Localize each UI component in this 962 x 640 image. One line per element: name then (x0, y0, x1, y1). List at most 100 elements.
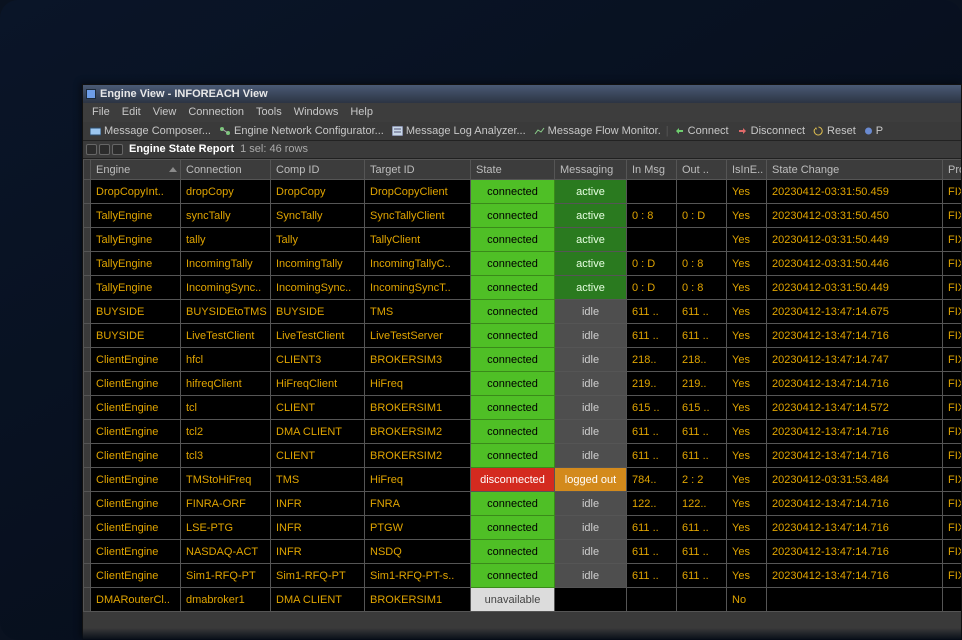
col-state[interactable]: State (471, 160, 555, 180)
cell-statechange: 20230412-03:31:50.449 (767, 276, 943, 300)
connect-icon (674, 126, 685, 136)
table-row[interactable]: ClientEngineFINRA-ORFINFRFNRAconnectedid… (84, 492, 962, 516)
flow-monitor-button[interactable]: Message Flow Monitor. (531, 124, 664, 138)
col-protocol[interactable]: Protocol (943, 160, 962, 180)
row-handle[interactable] (84, 468, 91, 492)
col-messaging[interactable]: Messaging (555, 160, 627, 180)
table-row[interactable]: ClientEngineTMStoHiFreqTMSHiFreqdisconne… (84, 468, 962, 492)
reset-button[interactable]: Reset (810, 124, 859, 138)
table-row[interactable]: ClientEnginetcl3CLIENTBROKERSIM2connecte… (84, 444, 962, 468)
table-row[interactable]: TallyEnginetallyTallyTallyClientconnecte… (84, 228, 962, 252)
row-handle[interactable] (84, 444, 91, 468)
col-target[interactable]: Target ID (365, 160, 471, 180)
refresh-icon[interactable] (112, 144, 123, 155)
row-handle[interactable] (84, 492, 91, 516)
cell-outmsg: 611 .. (677, 324, 727, 348)
table-row[interactable]: DMARouterCl..dmabroker1DMA CLIENTBROKERS… (84, 588, 962, 612)
cell-engine: DMARouterCl.. (91, 588, 181, 612)
cell-protocol: FIX.4.4-IR (943, 444, 962, 468)
menu-file[interactable]: File (87, 105, 115, 119)
cell-state: connected (471, 228, 555, 252)
menu-tools[interactable]: Tools (251, 105, 287, 119)
menu-help[interactable]: Help (345, 105, 378, 119)
cell-isin: Yes (727, 348, 767, 372)
table-row[interactable]: ClientEnginehifreqClientHiFreqClientHiFr… (84, 372, 962, 396)
report-title: Engine State Report (129, 143, 234, 155)
network-icon (219, 126, 231, 136)
engine-table[interactable]: Engine Connection Comp ID Target ID Stat… (83, 159, 962, 612)
table-row[interactable]: TallyEngineIncomingSync..IncomingSync..I… (84, 276, 962, 300)
row-handle[interactable] (84, 276, 91, 300)
col-isin[interactable]: IsInE.. (727, 160, 767, 180)
connect-button[interactable]: Connect (671, 124, 732, 138)
cell-comp: DropCopy (271, 180, 365, 204)
row-handle[interactable] (84, 516, 91, 540)
cell-state: connected (471, 492, 555, 516)
row-handle[interactable] (84, 564, 91, 588)
col-statechange[interactable]: State Change (767, 160, 943, 180)
cell-outmsg: 615 .. (677, 396, 727, 420)
cell-engine: ClientEngine (91, 492, 181, 516)
table-row[interactable]: ClientEnginetcl2DMA CLIENTBROKERSIM2conn… (84, 420, 962, 444)
row-handle[interactable] (84, 228, 91, 252)
filter-chips[interactable] (86, 144, 123, 155)
columns-icon[interactable] (99, 144, 110, 155)
disconnect-button[interactable]: Disconnect (734, 124, 808, 138)
col-engine[interactable]: Engine (91, 160, 181, 180)
cell-target: BROKERSIM1 (365, 588, 471, 612)
row-handle[interactable] (84, 348, 91, 372)
row-handle[interactable] (84, 204, 91, 228)
table-row[interactable]: TallyEnginesyncTallySyncTallySyncTallyCl… (84, 204, 962, 228)
row-handle[interactable] (84, 324, 91, 348)
row-handle[interactable] (84, 588, 91, 612)
cell-connection: TMStoHiFreq (181, 468, 271, 492)
row-handle[interactable] (84, 300, 91, 324)
filter-icon[interactable] (86, 144, 97, 155)
col-connection[interactable]: Connection (181, 160, 271, 180)
titlebar[interactable]: Engine View - INFOREACH View (83, 85, 961, 103)
col-inmsg[interactable]: In Msg (627, 160, 677, 180)
row-handle[interactable] (84, 540, 91, 564)
log-analyzer-button[interactable]: Message Log Analyzer... (389, 124, 529, 138)
cell-protocol: FIX.4.2-IR (943, 348, 962, 372)
menu-connection[interactable]: Connection (183, 105, 249, 119)
row-handle[interactable] (84, 420, 91, 444)
cell-engine: ClientEngine (91, 516, 181, 540)
table-row[interactable]: BUYSIDEBUYSIDEtoTMSBUYSIDETMSconnectedid… (84, 300, 962, 324)
table-row[interactable]: ClientEngineNASDAQ-ACTINFRNSDQconnectedi… (84, 540, 962, 564)
msg-composer-button[interactable]: Message Composer... (87, 124, 214, 138)
cell-statechange: 20230412-03:31:50.450 (767, 204, 943, 228)
net-config-button[interactable]: Engine Network Configurator... (216, 124, 387, 138)
row-handle[interactable] (84, 396, 91, 420)
table-row[interactable]: ClientEngineLSE-PTGINFRPTGWconnectedidle… (84, 516, 962, 540)
cell-isin: No (727, 588, 767, 612)
row-handle[interactable] (84, 180, 91, 204)
cell-inmsg: 0 : 8 (627, 204, 677, 228)
table-row[interactable]: BUYSIDELiveTestClientLiveTestClientLiveT… (84, 324, 962, 348)
row-handle[interactable] (84, 372, 91, 396)
col-outmsg[interactable]: Out .. (677, 160, 727, 180)
cell-inmsg: 0 : D (627, 276, 677, 300)
cell-protocol: FIX.4.2-IR (943, 300, 962, 324)
row-handle[interactable] (84, 252, 91, 276)
cell-isin: Yes (727, 372, 767, 396)
table-row[interactable]: ClientEngineSim1-RFQ-PTSim1-RFQ-PTSim1-R… (84, 564, 962, 588)
cell-connection: tcl (181, 396, 271, 420)
cell-connection: BUYSIDEtoTMS (181, 300, 271, 324)
col-comp[interactable]: Comp ID (271, 160, 365, 180)
table-row[interactable]: ClientEnginetclCLIENTBROKERSIM1connected… (84, 396, 962, 420)
p-button[interactable]: P (861, 124, 886, 138)
cell-inmsg: 611 .. (627, 300, 677, 324)
table-row[interactable]: ClientEnginehfclCLIENT3BROKERSIM3connect… (84, 348, 962, 372)
cell-target: LiveTestServer (365, 324, 471, 348)
table-row[interactable]: DropCopyInt..dropCopyDropCopyDropCopyCli… (84, 180, 962, 204)
menu-view[interactable]: View (148, 105, 182, 119)
menu-windows[interactable]: Windows (289, 105, 344, 119)
table-row[interactable]: TallyEngineIncomingTallyIncomingTallyInc… (84, 252, 962, 276)
cell-messaging: active (555, 228, 627, 252)
cell-comp: TMS (271, 468, 365, 492)
cell-isin: Yes (727, 492, 767, 516)
menu-edit[interactable]: Edit (117, 105, 146, 119)
cell-protocol: FIX.4.2 (943, 228, 962, 252)
cell-messaging: idle (555, 300, 627, 324)
